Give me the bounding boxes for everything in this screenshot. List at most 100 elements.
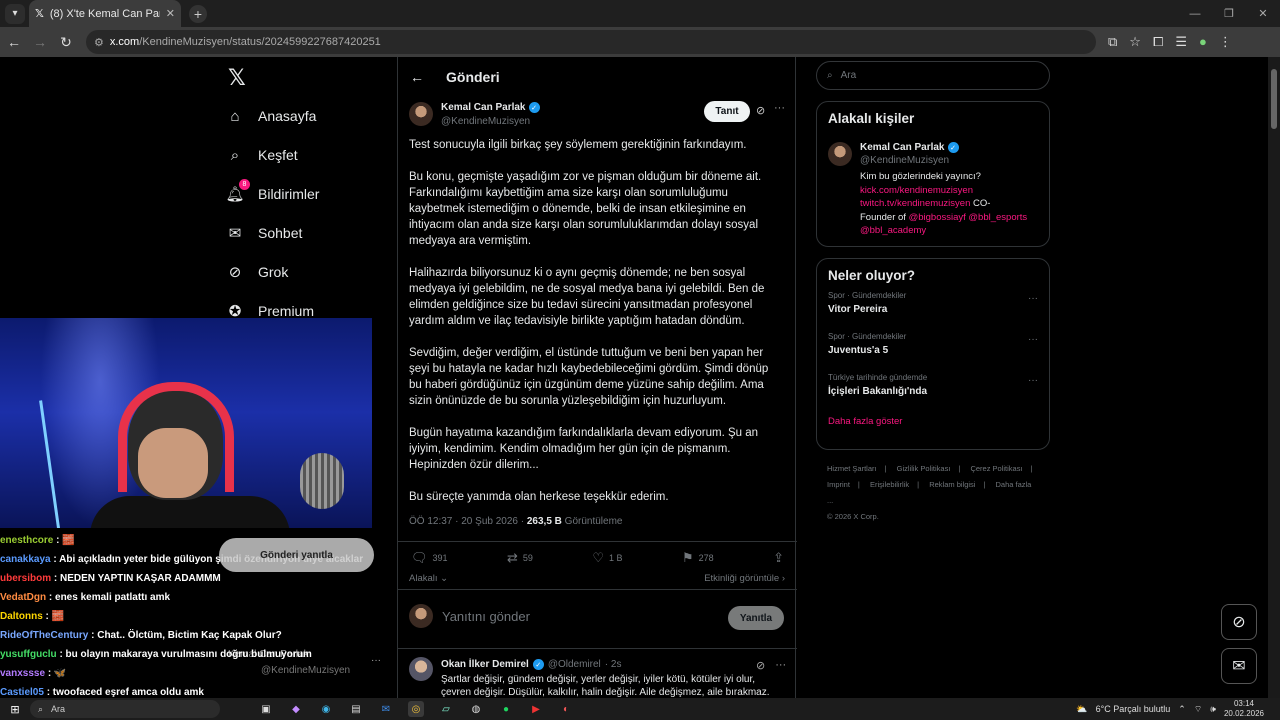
post-time[interactable]: ÖÖ 12:37 · 20 Şub 2026 ·: [409, 516, 527, 527]
bio-mentions[interactable]: @bigbossiayf @bbl_esports: [909, 212, 1028, 223]
profile-icon[interactable]: ●: [1199, 34, 1207, 50]
footer-separator: |: [958, 464, 961, 473]
author-handle[interactable]: @KendineMuzisyen: [441, 116, 530, 127]
footer-link[interactable]: Hizmet Şartları: [827, 464, 877, 473]
new-tab-button[interactable]: +: [189, 4, 207, 23]
menu-icon[interactable]: ⋮: [1219, 34, 1232, 50]
grok-icon[interactable]: ⊘: [756, 104, 765, 117]
bookmark-star-icon[interactable]: ☆: [1129, 34, 1141, 50]
media-icon[interactable]: ☰: [1175, 34, 1187, 50]
minimize-button[interactable]: —: [1178, 0, 1212, 27]
x-logo-icon[interactable]: 𝕏: [228, 65, 246, 91]
address-bar[interactable]: ⚙ x.com/KendineMuzisyen/status/202459922…: [86, 30, 1096, 54]
more-icon[interactable]: ···: [1028, 375, 1038, 386]
more-icon[interactable]: ···: [1028, 293, 1038, 304]
store-icon[interactable]: ▤: [348, 701, 364, 717]
nav-item-explore[interactable]: ⌕ Keşfet: [226, 146, 298, 164]
trend-item[interactable]: Spor · Gündemdekiler Juventus'a 5 ···: [817, 326, 1049, 367]
bio-link[interactable]: kick.com/kendinemuzisyen: [860, 184, 1044, 198]
bookmark-button[interactable]: ⚑ 278: [682, 550, 714, 566]
repost-button[interactable]: ⇄ 59: [507, 550, 533, 566]
cast-icon[interactable]: ⧉: [1108, 34, 1117, 50]
scrollbar-thumb[interactable]: [1271, 69, 1277, 129]
nav-item-notifications[interactable]: 🔔︎ 8 Bildirimler: [225, 179, 319, 203]
reply-submit-button[interactable]: Yanıtla: [728, 606, 784, 630]
task-view-icon[interactable]: ▣: [258, 701, 274, 717]
author-name[interactable]: Kemal Can Parlak ✓: [441, 102, 540, 113]
nav-item-chat[interactable]: ✉ Sohbet: [226, 224, 303, 242]
grok-icon[interactable]: ⊘: [756, 659, 765, 672]
network-icon[interactable]: ⌔: [1194, 704, 1202, 715]
more-icon[interactable]: ···: [774, 102, 785, 114]
weather-text[interactable]: 6°C Parçalı bulutlu: [1096, 704, 1171, 714]
notes-app-icon[interactable]: ▱: [438, 701, 454, 717]
obs-app-icon[interactable]: ◍: [468, 701, 484, 717]
show-more-link[interactable]: Daha fazla göster: [817, 408, 1049, 427]
reply-author-name[interactable]: Okan İlker Demirel: [441, 659, 529, 670]
nav-item-home[interactable]: ⌂ Anasayfa: [226, 107, 316, 125]
like-button[interactable]: ♡ 1 B: [592, 550, 622, 566]
reply-button[interactable]: 🗨︎ 391: [411, 550, 448, 566]
footer-link[interactable]: Erişilebilirlik: [870, 480, 909, 489]
close-icon[interactable]: ✕: [166, 7, 175, 20]
avatar[interactable]: [828, 142, 852, 166]
nav-label: Premium: [258, 303, 315, 319]
avatar[interactable]: [409, 657, 433, 681]
grok-floating-button[interactable]: ⊘: [1221, 604, 1257, 640]
trend-name: Vitor Pereira: [828, 304, 888, 315]
footer-link[interactable]: Reklam bilgisi: [929, 480, 975, 489]
card-title: Alakalı kişiler: [828, 111, 915, 126]
mail-app-icon[interactable]: ✉: [378, 701, 394, 717]
post-reply-pill[interactable]: Gönderi yanıtla: [219, 538, 374, 572]
trend-name: İçişleri Bakanlığı'nda: [828, 386, 928, 397]
share-icon: ⇪: [773, 549, 784, 565]
bio-mentions[interactable]: @bbl_academy: [860, 224, 1044, 238]
messages-floating-button[interactable]: ✉: [1221, 648, 1257, 684]
person-name[interactable]: Kemal Can Parlak ✓: [860, 142, 959, 153]
site-info-icon[interactable]: ⚙: [94, 36, 104, 49]
trend-category: Türkiye tarihinde gündemde: [828, 373, 928, 382]
back-button[interactable]: ←: [2, 34, 26, 50]
bio-text: Founder of: [860, 211, 909, 223]
reply-author-handle[interactable]: @Oldemirel: [548, 659, 601, 670]
taskbar-search[interactable]: ⌕ Ara: [30, 700, 220, 718]
forward-button[interactable]: →: [28, 34, 52, 50]
share-button[interactable]: ⇪: [773, 550, 784, 566]
speaker-icon[interactable]: 🕪︎: [1210, 704, 1216, 715]
bio-link[interactable]: twitch.tv/kendinemuzisyen: [860, 198, 970, 209]
search-input[interactable]: ⌕ Ara: [816, 61, 1050, 90]
trend-item[interactable]: Spor · Gündemdekiler Vitor Pereira ···: [817, 285, 1049, 326]
edge-icon[interactable]: ◉: [318, 701, 334, 717]
reply-input[interactable]: Yanıtını gönder: [442, 609, 530, 624]
windows-start-icon[interactable]: ⊞: [0, 703, 30, 716]
more-icon[interactable]: ···: [775, 659, 786, 672]
maximize-button[interactable]: ❐: [1212, 0, 1246, 27]
footer-link[interactable]: Çerez Politikası: [970, 464, 1022, 473]
clock[interactable]: 03:14 20.02.2026: [1224, 699, 1264, 719]
spotify-icon[interactable]: ●: [498, 701, 514, 717]
footer-link[interactable]: Imprint: [827, 480, 850, 489]
close-window-button[interactable]: ✕: [1246, 0, 1280, 27]
view-activity-link[interactable]: Etkinliği görüntüle ›: [704, 573, 785, 584]
avatar[interactable]: [409, 102, 433, 126]
more-icon[interactable]: ···: [1028, 334, 1038, 345]
tab-search-button[interactable]: ▾: [5, 3, 25, 24]
video-app-icon[interactable]: ▶: [528, 701, 544, 717]
nav-item-grok[interactable]: ⊘ Grok: [226, 263, 289, 281]
back-arrow-icon[interactable]: ←: [410, 69, 424, 85]
reload-button[interactable]: ↻: [54, 34, 78, 51]
other-app-icon[interactable]: ◐: [558, 701, 574, 717]
extensions-icon[interactable]: ⧠: [1153, 34, 1163, 50]
tray-chevron-icon[interactable]: ⌃: [1178, 704, 1186, 715]
footer-links: Hizmet Şartları | Gizlilik Politikası | Çe…: [827, 461, 1047, 525]
browser-tab[interactable]: 𝕏 (8) X'te Kemal Can Parlak: "Test ✕: [29, 0, 181, 27]
chat-text: : bu olayın makaraya vurulmasını doğru b…: [56, 649, 312, 660]
trend-item[interactable]: Türkiye tarihinde gündemde İçişleri Baka…: [817, 367, 1049, 408]
page-scrollbar[interactable]: [1268, 57, 1280, 698]
chrome-icon[interactable]: ◎: [408, 701, 424, 717]
related-dropdown[interactable]: Alakalı ⌄: [409, 573, 448, 584]
footer-link[interactable]: Gizlilik Politikası: [897, 464, 951, 473]
related-person[interactable]: Kemal Can Parlak ✓ @KendineMuzisyen Kim b…: [817, 126, 1049, 256]
copilot-icon[interactable]: ◆: [288, 701, 304, 717]
follow-button[interactable]: Tanıt: [704, 101, 750, 122]
